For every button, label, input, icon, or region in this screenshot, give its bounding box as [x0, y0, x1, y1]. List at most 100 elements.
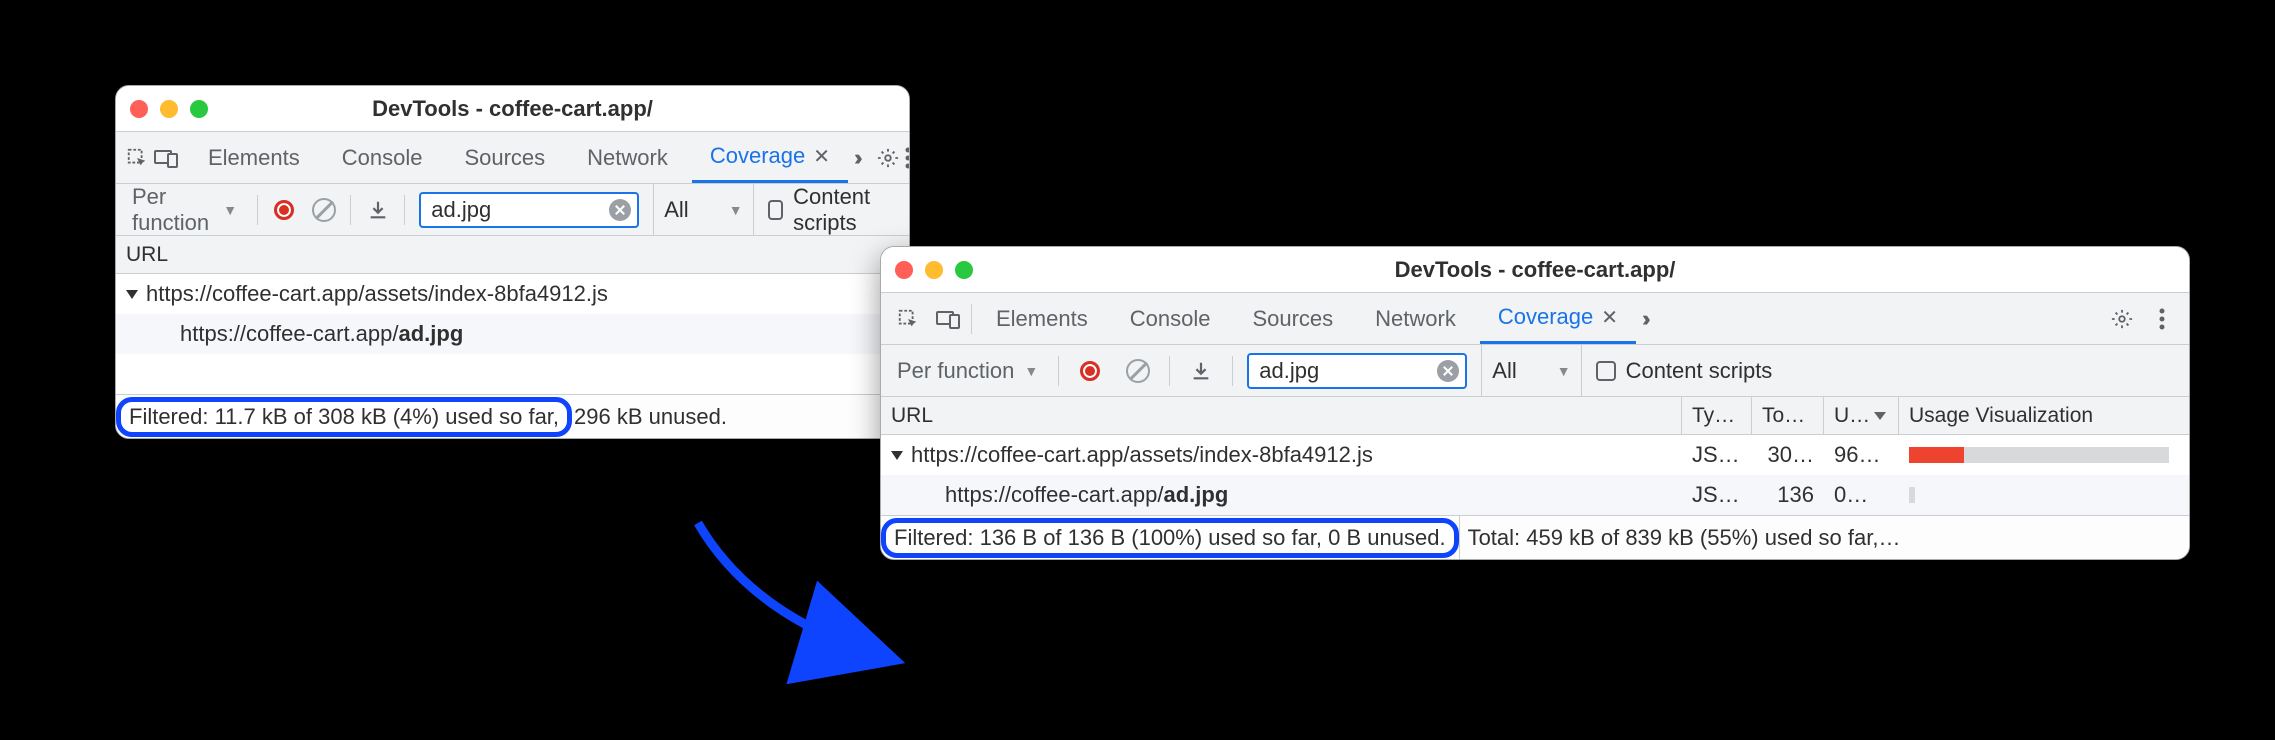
dropdown-label: All — [664, 197, 688, 223]
kebab-menu-icon[interactable] — [905, 141, 910, 175]
inspect-icon[interactable] — [891, 302, 925, 336]
content-scripts-checkbox[interactable]: Content scripts — [1596, 358, 1773, 384]
usage-bar-unused — [1909, 447, 1964, 463]
more-tabs-icon[interactable]: ›› — [854, 145, 865, 171]
cell-type: JS… — [1682, 482, 1752, 508]
divider — [1169, 356, 1170, 386]
zoom-window-icon[interactable] — [955, 261, 973, 279]
clear-filter-icon[interactable] — [1437, 360, 1459, 382]
cell-total: 136 — [1752, 482, 1824, 508]
cell-type: JS… — [1682, 442, 1752, 468]
coverage-toolbar: Per function ▼ ad.jpg All ▼ Content scri… — [116, 184, 909, 236]
tab-console[interactable]: Console — [1112, 293, 1229, 344]
tab-sources[interactable]: Sources — [446, 132, 563, 183]
divider — [1058, 356, 1059, 386]
col-type[interactable]: Ty… — [1682, 397, 1752, 434]
more-tabs-icon[interactable]: ›› — [1642, 306, 1653, 332]
clear-icon — [312, 198, 336, 222]
usage-bar — [1909, 487, 1915, 503]
granularity-dropdown[interactable]: Per function ▼ — [126, 184, 243, 236]
close-window-icon[interactable] — [130, 100, 148, 118]
close-tab-icon[interactable]: ✕ — [1601, 305, 1618, 330]
tab-label: Coverage — [710, 143, 805, 169]
row-url: https://coffee-cart.app/ — [945, 482, 1164, 508]
kebab-menu-icon[interactable] — [2145, 302, 2179, 336]
tab-label: Elements — [208, 145, 300, 171]
zoom-window-icon[interactable] — [190, 100, 208, 118]
device-toolbar-icon[interactable] — [154, 141, 178, 175]
export-button[interactable] — [365, 193, 390, 227]
tab-coverage[interactable]: Coverage ✕ — [1480, 293, 1636, 344]
window-title: DevTools - coffee-cart.app/ — [230, 96, 895, 122]
tab-sources[interactable]: Sources — [1234, 293, 1351, 344]
settings-icon[interactable] — [877, 141, 899, 175]
window-controls — [895, 261, 995, 279]
tab-console[interactable]: Console — [324, 132, 441, 183]
row-url: https://coffee-cart.app/ — [180, 321, 399, 347]
divider — [971, 304, 972, 334]
minimize-window-icon[interactable] — [160, 100, 178, 118]
chevron-down-icon: ▼ — [223, 202, 237, 218]
chevron-down-icon: ▼ — [1557, 363, 1571, 379]
table-header: URL Ty… To… U… Usage Visualization — [881, 397, 2189, 435]
inspect-icon[interactable] — [126, 141, 148, 175]
dropdown-label: Per function — [132, 184, 213, 236]
table-row[interactable]: https://coffee-cart.app/ad.jpg — [116, 314, 909, 354]
device-toolbar-icon[interactable] — [931, 302, 965, 336]
tab-label: Sources — [464, 145, 545, 171]
usage-bar — [1909, 447, 2169, 463]
expand-icon[interactable] — [891, 451, 903, 460]
col-total[interactable]: To… — [1752, 397, 1824, 434]
expand-icon[interactable] — [126, 290, 138, 299]
filtered-status: Filtered: 11.7 kB of 308 kB (4%) used so… — [116, 397, 572, 437]
tab-network[interactable]: Network — [569, 132, 686, 183]
sort-desc-icon — [1874, 412, 1886, 420]
col-usage-viz[interactable]: Usage Visualization — [1899, 397, 2189, 434]
close-tab-icon[interactable]: ✕ — [813, 144, 830, 169]
panel-tabs: Elements Console Sources Network Coverag… — [881, 293, 2189, 345]
row-url: https://coffee-cart.app/assets/index-8bf… — [911, 442, 1373, 468]
table-row[interactable]: https://coffee-cart.app/ad.jpg JS… 136 0… — [881, 475, 2189, 515]
tab-elements[interactable]: Elements — [190, 132, 318, 183]
minimize-window-icon[interactable] — [925, 261, 943, 279]
url-filter-input[interactable]: ad.jpg — [419, 192, 639, 228]
checkbox-icon — [768, 200, 784, 220]
table-row[interactable]: https://coffee-cart.app/assets/index-8bf… — [881, 435, 2189, 475]
divider — [257, 195, 258, 225]
type-filter-dropdown[interactable]: All ▼ — [1481, 345, 1581, 396]
record-button[interactable] — [1073, 354, 1107, 388]
filtered-status-rest: 296 kB unused. — [572, 404, 735, 430]
tab-elements[interactable]: Elements — [978, 293, 1106, 344]
col-label: Ty… — [1692, 404, 1735, 428]
clear-filter-icon[interactable] — [609, 199, 631, 221]
type-filter-dropdown[interactable]: All ▼ — [653, 184, 753, 235]
divider — [1232, 356, 1233, 386]
tab-label: Network — [587, 145, 668, 171]
granularity-dropdown[interactable]: Per function ▼ — [891, 358, 1044, 384]
record-button[interactable] — [272, 193, 297, 227]
clear-button[interactable] — [1121, 354, 1155, 388]
filter-value: ad.jpg — [1259, 358, 1319, 384]
titlebar: DevTools - coffee-cart.app/ — [116, 86, 909, 132]
url-filter-input[interactable]: ad.jpg — [1247, 353, 1467, 389]
settings-icon[interactable] — [2105, 302, 2139, 336]
status-bar: Filtered: 136 B of 136 B (100%) used so … — [881, 515, 2189, 559]
tab-label: Console — [1130, 306, 1211, 332]
col-url[interactable]: URL — [881, 397, 1682, 434]
tab-coverage[interactable]: Coverage ✕ — [692, 132, 848, 183]
titlebar: DevTools - coffee-cart.app/ — [881, 247, 2189, 293]
tab-network[interactable]: Network — [1357, 293, 1474, 344]
table-row[interactable]: https://coffee-cart.app/assets/index-8bf… — [116, 274, 909, 314]
window-title: DevTools - coffee-cart.app/ — [995, 257, 2175, 283]
cell-total: 30… — [1752, 442, 1824, 468]
content-scripts-checkbox[interactable]: Content scripts — [768, 184, 899, 236]
col-unused[interactable]: U… — [1824, 397, 1899, 434]
cell-viz — [1899, 487, 2189, 503]
clear-button[interactable] — [311, 193, 336, 227]
col-url[interactable]: URL — [116, 236, 909, 273]
tab-label: Console — [342, 145, 423, 171]
export-button[interactable] — [1184, 354, 1218, 388]
close-window-icon[interactable] — [895, 261, 913, 279]
tab-label: Coverage — [1498, 304, 1593, 330]
filter-value: ad.jpg — [431, 197, 491, 223]
